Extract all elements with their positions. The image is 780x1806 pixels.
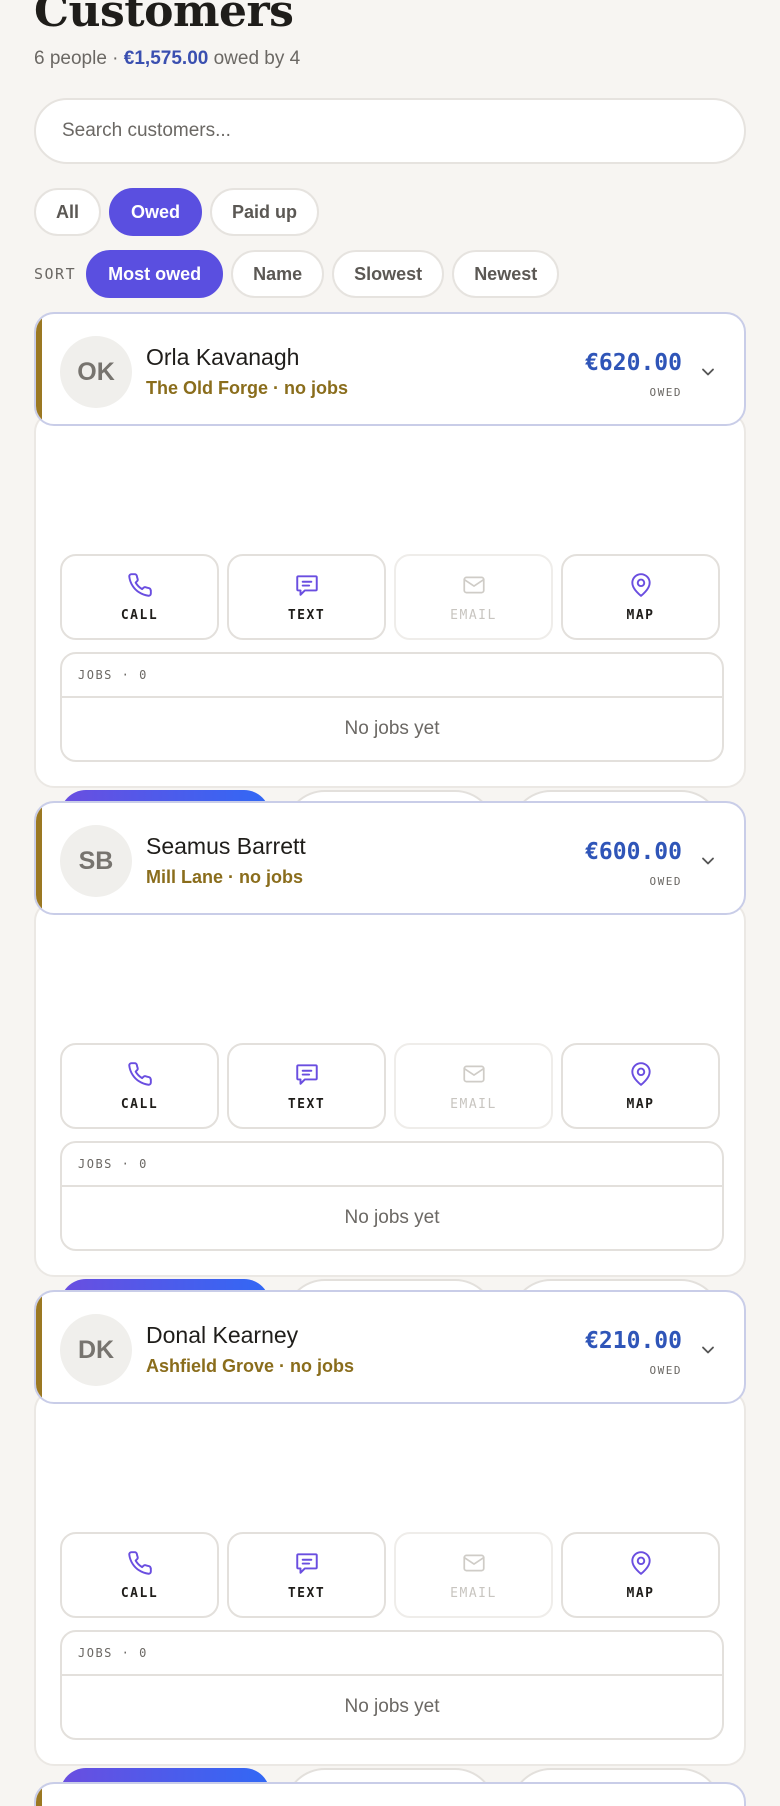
text-label: TEXT xyxy=(287,1585,326,1601)
customer-name: Seamus Barrett xyxy=(146,833,306,859)
customer-card-peek[interactable] xyxy=(34,1782,746,1806)
owed-by: owed by 4 xyxy=(208,48,301,69)
text-label: TEXT xyxy=(287,1096,326,1112)
card-stripe xyxy=(36,803,42,913)
card-stripe xyxy=(36,314,42,424)
jobs-panel: JOBS · 0 No jobs yet xyxy=(60,652,724,762)
map-pin-icon xyxy=(630,572,651,597)
avatar: DK xyxy=(60,1314,132,1386)
customer-location: The Old Forge · no jobs xyxy=(146,378,348,398)
map-button[interactable]: MAP xyxy=(561,1043,720,1129)
call-button[interactable]: CALL xyxy=(60,554,219,640)
jobs-count: JOBS · 0 xyxy=(62,654,722,698)
map-label: MAP xyxy=(626,607,655,623)
sort-slowest[interactable]: Slowest xyxy=(332,250,445,298)
card-stripe xyxy=(36,1784,42,1806)
customer-card-body: CALL TEXT EMAIL MAP JOBS · 0 No jobs yet xyxy=(34,901,746,1361)
jobs-count: JOBS · 0 xyxy=(62,1632,722,1676)
email-label: EMAIL xyxy=(450,1585,497,1601)
owed-amount: €210.00 xyxy=(585,1328,682,1354)
phone-icon xyxy=(127,1550,152,1575)
customer-card-body: CALL TEXT EMAIL MAP JOBS · 0 No jobs yet xyxy=(34,1390,746,1806)
call-label: CALL xyxy=(120,1585,159,1601)
contact-actions: CALL TEXT EMAIL MAP xyxy=(60,1532,720,1618)
phone-icon xyxy=(127,572,152,597)
call-label: CALL xyxy=(120,607,159,623)
message-icon xyxy=(295,1063,318,1085)
jobs-panel: JOBS · 0 No jobs yet xyxy=(60,1630,724,1740)
owed-label: OWED xyxy=(649,386,682,399)
email-button[interactable]: EMAIL xyxy=(394,1043,553,1129)
map-pin-icon xyxy=(630,1550,651,1575)
people-count: 6 people · xyxy=(34,48,124,69)
call-label: CALL xyxy=(120,1096,159,1112)
jobs-count: JOBS · 0 xyxy=(62,1143,722,1187)
filter-owed[interactable]: Owed xyxy=(109,188,203,236)
search-input[interactable] xyxy=(62,120,718,142)
sort-most-owed[interactable]: Most owed xyxy=(86,250,224,298)
customer-card: CALL TEXT EMAIL MAP JOBS · 0 No jobs yet xyxy=(34,312,746,872)
chevron-down-icon[interactable] xyxy=(698,362,718,382)
mail-icon xyxy=(462,1065,485,1082)
message-icon xyxy=(295,574,318,596)
map-label: MAP xyxy=(626,1096,655,1112)
summary-line: 6 people · €1,575.00 owed by 4 xyxy=(34,48,300,70)
contact-actions: CALL TEXT EMAIL MAP xyxy=(60,1043,720,1129)
owed-amount: €600.00 xyxy=(585,839,682,865)
sort-chips: SORT Most owed Name Slowest Newest xyxy=(34,250,560,298)
map-label: MAP xyxy=(626,1585,655,1601)
customer-name: Orla Kavanagh xyxy=(146,344,300,370)
map-pin-icon xyxy=(630,1061,651,1086)
mail-icon xyxy=(462,576,485,593)
text-label: TEXT xyxy=(287,607,326,623)
page-title: Customers xyxy=(34,0,294,37)
sort-label: SORT xyxy=(34,265,77,283)
avatar: OK xyxy=(60,336,132,408)
owed-label: OWED xyxy=(649,1364,682,1377)
customer-card-header[interactable]: SB Seamus Barrett Mill Lane · no jobs €6… xyxy=(34,801,746,915)
map-button[interactable]: MAP xyxy=(561,554,720,640)
sort-name[interactable]: Name xyxy=(231,250,325,298)
filter-paid-up[interactable]: Paid up xyxy=(210,188,320,236)
jobs-empty-text: No jobs yet xyxy=(344,1207,440,1228)
jobs-empty-text: No jobs yet xyxy=(344,1696,440,1717)
map-button[interactable]: MAP xyxy=(561,1532,720,1618)
jobs-empty-text: No jobs yet xyxy=(344,718,440,739)
chevron-down-icon[interactable] xyxy=(698,1340,718,1360)
customer-card-body: CALL TEXT EMAIL MAP JOBS · 0 No jobs yet xyxy=(34,412,746,872)
email-button[interactable]: EMAIL xyxy=(394,554,553,640)
search-box[interactable] xyxy=(34,98,746,164)
owed-label: OWED xyxy=(649,875,682,888)
contact-actions: CALL TEXT EMAIL MAP xyxy=(60,554,720,640)
customer-name: Donal Kearney xyxy=(146,1322,299,1348)
text-button[interactable]: TEXT xyxy=(227,1532,386,1618)
email-button[interactable]: EMAIL xyxy=(394,1532,553,1618)
email-label: EMAIL xyxy=(450,607,497,623)
customer-location: Ashfield Grove · no jobs xyxy=(146,1356,355,1376)
customer-card: CALL TEXT EMAIL MAP JOBS · 0 No jobs yet xyxy=(34,1290,746,1806)
filter-chips: All Owed Paid up xyxy=(34,188,320,236)
phone-icon xyxy=(127,1061,152,1086)
message-icon xyxy=(295,1552,318,1574)
avatar: SB xyxy=(60,825,132,897)
call-button[interactable]: CALL xyxy=(60,1532,219,1618)
text-button[interactable]: TEXT xyxy=(227,1043,386,1129)
owed-total: €1,575.00 xyxy=(123,48,209,69)
call-button[interactable]: CALL xyxy=(60,1043,219,1129)
customer-location: Mill Lane · no jobs xyxy=(146,867,303,887)
mail-icon xyxy=(462,1554,485,1571)
text-button[interactable]: TEXT xyxy=(227,554,386,640)
customer-card-header[interactable]: DK Donal Kearney Ashfield Grove · no job… xyxy=(34,1290,746,1404)
chevron-down-icon[interactable] xyxy=(698,851,718,871)
filter-all[interactable]: All xyxy=(34,188,102,236)
sort-newest[interactable]: Newest xyxy=(452,250,560,298)
card-stripe xyxy=(36,1292,42,1402)
customer-card-header[interactable]: OK Orla Kavanagh The Old Forge · no jobs… xyxy=(34,312,746,426)
owed-amount: €620.00 xyxy=(585,350,682,376)
customer-card: CALL TEXT EMAIL MAP JOBS · 0 No jobs yet xyxy=(34,801,746,1361)
jobs-panel: JOBS · 0 No jobs yet xyxy=(60,1141,724,1251)
email-label: EMAIL xyxy=(450,1096,497,1112)
